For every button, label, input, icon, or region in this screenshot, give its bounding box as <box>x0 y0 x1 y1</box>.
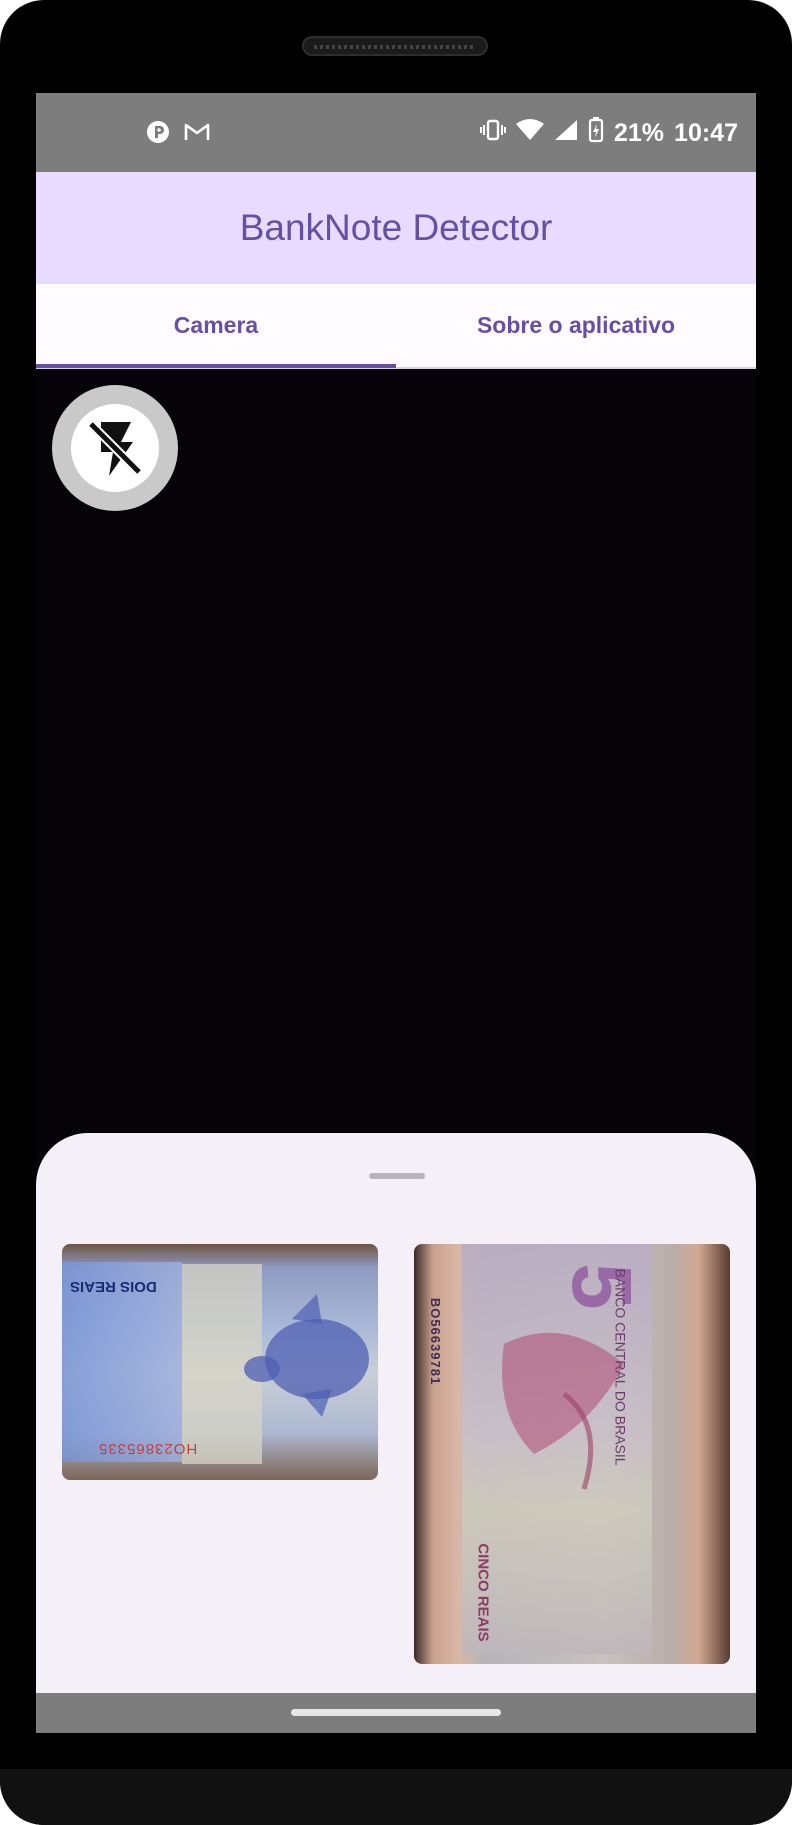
camera-preview <box>36 369 756 1229</box>
tab-row: Camera Sobre o aplicativo <box>36 284 756 369</box>
gmail-icon <box>184 122 210 147</box>
cell-signal-icon <box>554 119 578 148</box>
tab-camera-label: Camera <box>173 312 259 338</box>
clock: 10:47 <box>674 119 738 147</box>
wifi-icon <box>516 119 544 148</box>
note-name-cinco-reais: CINCO REAIS <box>474 1543 492 1642</box>
tab-about[interactable]: Sobre o aplicativo <box>396 284 756 367</box>
app-title: BankNote Detector <box>239 207 553 248</box>
notification-app-icon <box>146 120 170 149</box>
note-serial-cinco-reais: BO56639781 <box>428 1297 444 1386</box>
bottom-sheet-drag-handle[interactable] <box>369 1173 425 1179</box>
screen: 21% 10:47 BankNote Detector Camera Sobre… <box>36 93 756 1733</box>
tab-about-label: Sobre o aplicativo <box>476 312 676 338</box>
vibrate-icon <box>480 119 506 148</box>
flash-off-icon <box>87 420 143 476</box>
turtle-illustration <box>244 1294 369 1417</box>
tab-camera[interactable]: Camera <box>36 284 396 367</box>
sample-image-dois-reais[interactable]: DOIS REAIS HO23865335 <box>62 1244 378 1480</box>
app-bar: BankNote Detector <box>36 172 756 284</box>
sample-image-cinco-reais[interactable]: 5 BANCO CENTRAL DO BRASIL BO56639781 CIN… <box>414 1244 730 1664</box>
phone-frame: 21% 10:47 BankNote Detector Camera Sobre… <box>0 0 792 1825</box>
bottom-sheet: DOIS REAIS HO23865335 5 BANCO CENTRAL DO… <box>36 1133 756 1693</box>
status-bar: 21% 10:47 <box>36 93 756 172</box>
flash-toggle-button[interactable] <box>52 385 178 511</box>
battery-percent: 21% <box>614 119 665 147</box>
flash-button-face <box>71 404 159 492</box>
battery-charging-icon <box>588 117 604 150</box>
bottom-bezel <box>0 1769 792 1825</box>
tab-indicator <box>36 364 396 368</box>
home-gesture-pill[interactable] <box>291 1709 501 1716</box>
navigation-bar <box>36 1693 756 1733</box>
note-serial-dois-reais: HO23865335 <box>98 1440 198 1457</box>
note-name-dois-reais: DOIS REAIS <box>70 1278 157 1295</box>
note-value-digit: 5 <box>555 1263 649 1310</box>
note-bank-name: BANCO CENTRAL DO BRASIL <box>612 1268 629 1466</box>
earpiece-speaker <box>302 36 488 56</box>
